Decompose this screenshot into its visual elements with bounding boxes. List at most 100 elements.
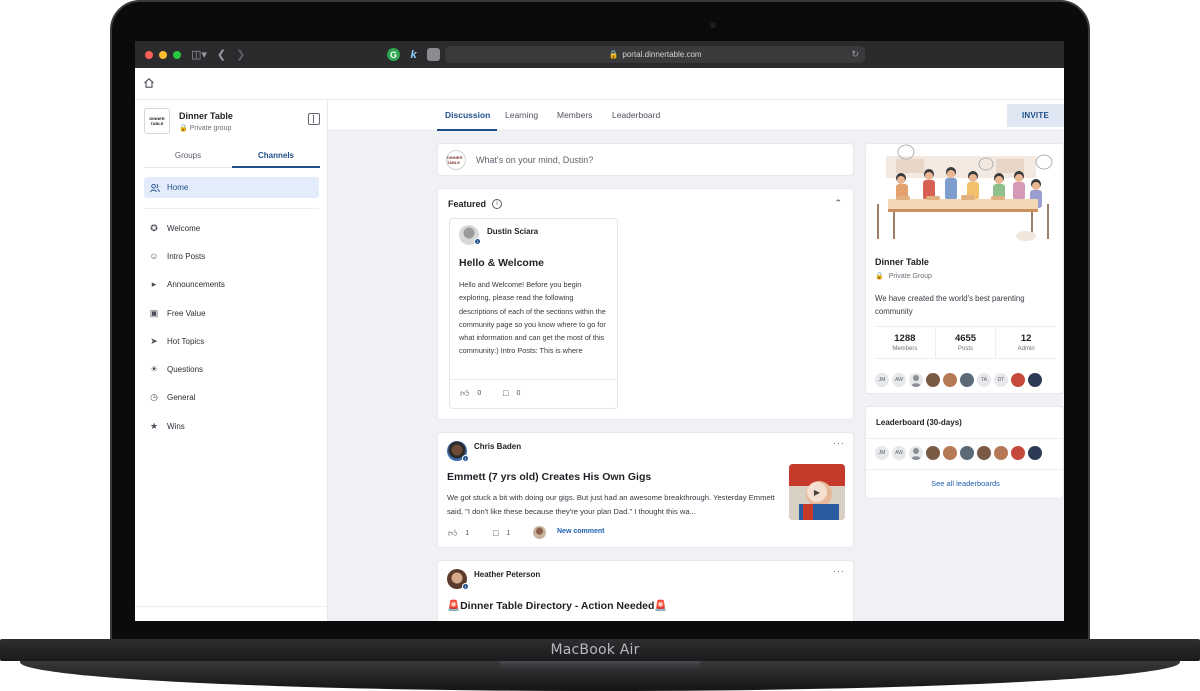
address-bar[interactable]: 🔒 portal.dinnertable.com ↻ bbox=[445, 46, 865, 63]
leader-avatar[interactable] bbox=[960, 446, 974, 460]
more-options-icon[interactable]: ··· bbox=[833, 438, 845, 448]
reload-icon[interactable]: ↻ bbox=[851, 49, 859, 60]
more-options-icon[interactable]: ··· bbox=[833, 566, 845, 576]
post-composer[interactable]: DINNER TABLE What's on your mind, Dustin… bbox=[437, 143, 854, 176]
laptop-brand-label: MacBook Air bbox=[550, 642, 640, 658]
sidebar-item-label: General bbox=[167, 393, 196, 403]
tab-discussion[interactable]: Discussion bbox=[445, 110, 490, 120]
leaderboard-title: Leaderboard (30-days) bbox=[876, 418, 962, 427]
sidebar-item-free-value[interactable]: ▣ Free Value bbox=[144, 299, 319, 327]
post-author[interactable]: Heather Peterson bbox=[474, 570, 540, 579]
sidebar-item-home[interactable]: Home bbox=[144, 177, 319, 198]
leader-avatar[interactable] bbox=[994, 446, 1008, 460]
post-title[interactable]: Emmett (7 yrs old) Creates His Own Gigs bbox=[447, 471, 651, 483]
admin-badge-icon: 1 bbox=[462, 455, 469, 462]
minimize-window-button[interactable] bbox=[159, 50, 167, 59]
leader-avatar[interactable]: AW bbox=[892, 446, 906, 460]
laptop-hinge: MacBook Air bbox=[0, 639, 1200, 661]
featured-post-card[interactable]: 1 Dustin Sciara Hello & Welcome Hello an… bbox=[449, 218, 618, 409]
featured-section: Featured i ⌃ 1 Dustin Sciara Hello & Wel… bbox=[437, 188, 854, 420]
lightbulb-icon: ☀ bbox=[149, 364, 159, 375]
member-avatar[interactable] bbox=[1028, 373, 1042, 387]
member-avatar[interactable]: AW bbox=[892, 373, 906, 387]
lock-icon: 🔒 bbox=[179, 125, 188, 132]
member-avatar[interactable]: DT bbox=[994, 373, 1008, 387]
sidebar-item-questions[interactable]: ☀ Questions bbox=[144, 355, 319, 383]
sidebar-item-announcements[interactable]: ▸ Announcements bbox=[144, 271, 319, 299]
group-stats: 1288 Members 4655 Posts 12 Admin bbox=[875, 326, 1056, 359]
comment-button[interactable]: □ 0 bbox=[503, 388, 520, 398]
leader-avatar[interactable] bbox=[909, 446, 923, 460]
info-icon[interactable]: i bbox=[492, 199, 503, 209]
channel-list: ✪ Welcome ☺ Intro Posts ▸ Announcements … bbox=[144, 214, 319, 440]
group-privacy: 🔒 Private group bbox=[179, 124, 231, 133]
tab-members[interactable]: Members bbox=[557, 110, 592, 120]
like-button[interactable]: 👍︎ 0 bbox=[460, 388, 481, 399]
home-icon[interactable] bbox=[143, 77, 155, 89]
maximize-window-button[interactable] bbox=[173, 50, 181, 59]
video-thumbnail[interactable]: ▶ bbox=[789, 464, 845, 520]
address-url: portal.dinnertable.com bbox=[622, 50, 702, 59]
post-card[interactable]: ··· 1 Heather Peterson 🚨Dinner Table Dir… bbox=[437, 560, 854, 621]
leader-avatar[interactable] bbox=[926, 446, 940, 460]
sidebar-item-label: Intro Posts bbox=[167, 251, 206, 261]
leader-avatar[interactable] bbox=[977, 446, 991, 460]
grammarly-extension-icon[interactable]: G bbox=[387, 48, 400, 61]
member-avatar[interactable] bbox=[1011, 373, 1025, 387]
member-avatar[interactable]: TA bbox=[977, 373, 991, 387]
leader-avatar[interactable] bbox=[1028, 446, 1042, 460]
tab-leaderboard[interactable]: Leaderboard bbox=[612, 110, 660, 120]
post-card[interactable]: ··· 1 Chris Baden Emmett (7 yrs old) Cre… bbox=[437, 432, 854, 548]
leader-avatar[interactable]: JM bbox=[875, 446, 889, 460]
sidebar-item-wins[interactable]: ★ Wins bbox=[144, 412, 319, 440]
tab-learning[interactable]: Learning bbox=[505, 110, 538, 120]
laptop-base: MacBook Air bbox=[0, 639, 1200, 691]
like-count: 1 bbox=[465, 530, 470, 537]
pin-icon: ✪ bbox=[150, 222, 158, 233]
member-avatar[interactable] bbox=[943, 373, 957, 387]
group-name[interactable]: Dinner Table bbox=[179, 111, 233, 121]
sidebar-item-intro-posts[interactable]: ☺ Intro Posts bbox=[144, 242, 319, 270]
stat-admin[interactable]: 12 Admin bbox=[996, 327, 1056, 358]
sidebar-item-label: Wins bbox=[167, 421, 185, 431]
chevron-up-icon[interactable]: ⌃ bbox=[834, 198, 842, 209]
extension-notes-icon[interactable] bbox=[427, 48, 440, 61]
member-avatar[interactable] bbox=[909, 373, 923, 387]
play-icon[interactable]: ▶ bbox=[807, 482, 827, 502]
member-avatar[interactable] bbox=[960, 373, 974, 387]
sidebar-toggle-icon[interactable]: ◫▾ bbox=[191, 48, 207, 61]
sidebar-item-general[interactable]: ◷ General bbox=[144, 384, 319, 412]
forward-icon[interactable]: ❯ bbox=[236, 48, 245, 61]
see-all-leaderboards-link[interactable]: See all leaderboards bbox=[866, 479, 1064, 488]
new-comment-link[interactable]: New comment bbox=[557, 528, 604, 535]
stat-posts[interactable]: 4655 Posts bbox=[936, 327, 997, 358]
leader-avatar[interactable] bbox=[943, 446, 957, 460]
collapse-sidebar-icon[interactable] bbox=[308, 113, 320, 125]
post-title[interactable]: 🚨Dinner Table Directory - Action Needed🚨 bbox=[447, 599, 667, 612]
member-avatar[interactable]: JM bbox=[875, 373, 889, 387]
extension-k-icon[interactable]: k bbox=[407, 48, 420, 61]
post-author[interactable]: Chris Baden bbox=[474, 442, 521, 451]
sidebar: DINNER TABLE Dinner Table 🔒 Private grou… bbox=[135, 100, 328, 621]
like-button[interactable]: 👍︎ 1 bbox=[448, 528, 469, 539]
sidebar-item-welcome[interactable]: ✪ Welcome bbox=[144, 214, 319, 242]
stat-value: 12 bbox=[1020, 333, 1032, 344]
member-avatar[interactable] bbox=[926, 373, 940, 387]
stat-members[interactable]: 1288 Members bbox=[875, 327, 936, 358]
user-avatar: DINNER TABLE bbox=[446, 149, 466, 170]
sidebar-item-hot-topics[interactable]: ➤ Hot Topics bbox=[144, 327, 319, 355]
admin-badge-icon: 1 bbox=[474, 238, 481, 245]
tab-channels[interactable]: Channels bbox=[232, 148, 320, 168]
close-window-button[interactable] bbox=[145, 50, 153, 59]
stat-label: Members bbox=[892, 346, 918, 352]
rocket-icon: ➤ bbox=[150, 335, 158, 346]
comment-button[interactable]: □ 1 bbox=[493, 528, 510, 538]
back-icon[interactable]: ❮ bbox=[217, 48, 226, 61]
leader-avatar[interactable] bbox=[1011, 446, 1025, 460]
smiley-icon: ☺ bbox=[149, 251, 159, 262]
post-author[interactable]: Dustin Sciara bbox=[487, 227, 538, 236]
window-controls bbox=[145, 50, 181, 59]
tab-groups[interactable]: Groups bbox=[144, 148, 232, 168]
featured-heading: Featured i bbox=[448, 199, 503, 209]
invite-button[interactable]: INVITE bbox=[1007, 104, 1064, 127]
